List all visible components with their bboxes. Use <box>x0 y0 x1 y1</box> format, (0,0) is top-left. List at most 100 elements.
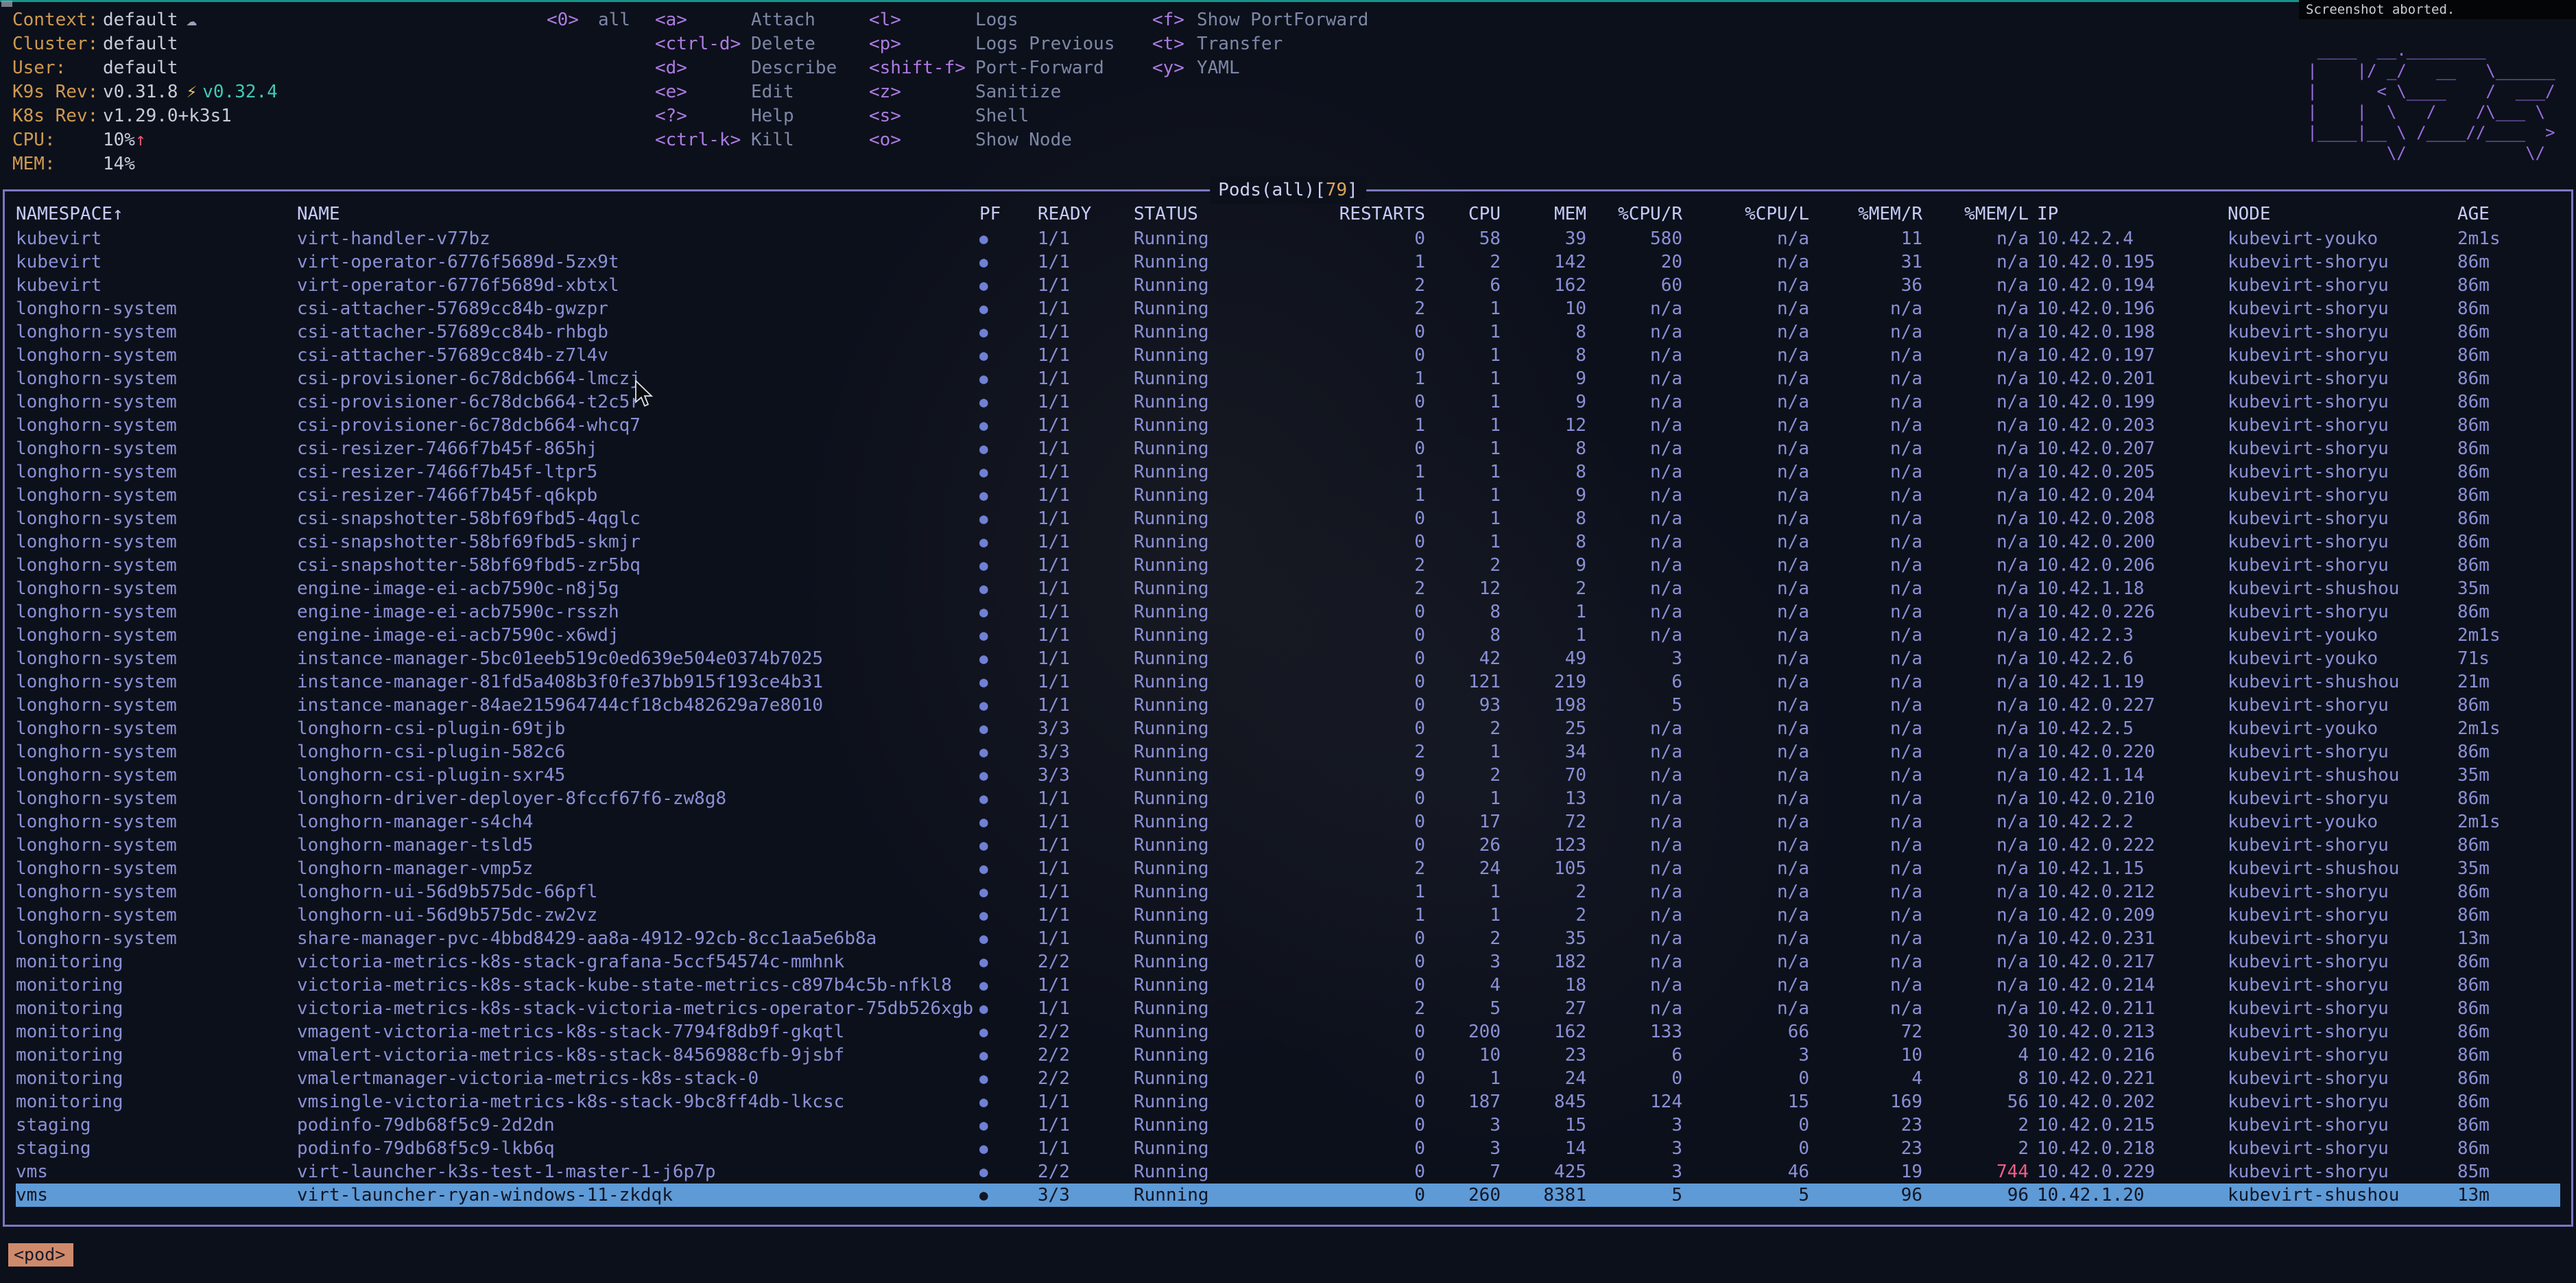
cluster-info-row: CPU:10%↑ <box>12 128 278 152</box>
pod-row[interactable]: monitoringvmalert-victoria-metrics-k8s-s… <box>16 1044 2560 1067</box>
pf-indicator-cell: ● <box>979 974 1038 997</box>
mem-pct-request-cell: n/a <box>1809 904 1922 927</box>
pod-row[interactable]: longhorn-systemcsi-snapshotter-58bf69fbd… <box>16 554 2560 577</box>
pod-row[interactable]: longhorn-systemcsi-resizer-7466f7b45f-86… <box>16 437 2560 460</box>
table-title-count: 79 <box>1326 180 1347 200</box>
pod-row[interactable]: longhorn-systeminstance-manager-84ae2159… <box>16 694 2560 717</box>
cpu-pct-limit-cell: n/a <box>1682 437 1809 460</box>
restarts-cell: 0 <box>1305 227 1425 250</box>
pod-row[interactable]: longhorn-systemlonghorn-driver-deployer-… <box>16 787 2560 810</box>
pod-row[interactable]: longhorn-systemcsi-provisioner-6c78dcb66… <box>16 390 2560 414</box>
restarts-cell: 0 <box>1305 437 1425 460</box>
cpu-cell: 42 <box>1425 647 1501 670</box>
pod-row[interactable]: monitoringvictoria-metrics-k8s-stack-kub… <box>16 974 2560 997</box>
pod-row[interactable]: longhorn-systeminstance-manager-5bc01eeb… <box>16 647 2560 670</box>
node-cell: kubevirt-shoryu <box>2228 554 2457 577</box>
pod-row[interactable]: longhorn-systemlonghorn-csi-plugin-69tjb… <box>16 717 2560 740</box>
pod-row[interactable]: longhorn-systemcsi-attacher-57689cc84b-r… <box>16 320 2560 344</box>
pod-row[interactable]: longhorn-systemlonghorn-manager-s4ch4●1/… <box>16 810 2560 834</box>
table-header-row: NAMESPACE↑NAMEPFREADYSTATUSRESTARTSCPUME… <box>16 201 2560 227</box>
pod-row[interactable]: longhorn-systemcsi-attacher-57689cc84b-z… <box>16 344 2560 367</box>
mem-cell: 8 <box>1501 530 1586 554</box>
age-cell: 86m <box>2457 320 2560 344</box>
pod-row[interactable]: longhorn-systemlonghorn-ui-56d9b575dc-66… <box>16 880 2560 904</box>
pod-row[interactable]: monitoringvmagent-victoria-metrics-k8s-s… <box>16 1020 2560 1044</box>
pod-row[interactable]: monitoringvmalertmanager-victoria-metric… <box>16 1067 2560 1090</box>
namespace-cell: longhorn-system <box>16 577 297 600</box>
restarts-cell: 0 <box>1305 1137 1425 1160</box>
age-cell: 86m <box>2457 554 2560 577</box>
pod-row[interactable]: kubevirtvirt-operator-6776f5689d-5zx9t●1… <box>16 250 2560 274</box>
status-cell: Running <box>1134 787 1305 810</box>
age-cell: 85m <box>2457 1160 2560 1184</box>
cpu-cell: 1 <box>1425 904 1501 927</box>
pod-row[interactable]: vmsvirt-launcher-ryan-windows-11-zkdqk●3… <box>16 1184 2560 1207</box>
name-cell: virt-launcher-ryan-windows-11-zkdqk <box>297 1184 979 1207</box>
name-cell: virt-operator-6776f5689d-5zx9t <box>297 250 979 274</box>
pod-row[interactable]: longhorn-systeminstance-manager-81fd5a40… <box>16 670 2560 694</box>
menu-item-describe: <d>Describe <box>655 56 837 80</box>
cluster-info-row: K9s Rev:v0.31.8⚡v0.32.4 <box>12 80 278 104</box>
mem-pct-request-cell: n/a <box>1809 414 1922 437</box>
pod-row[interactable]: longhorn-systemcsi-attacher-57689cc84b-g… <box>16 297 2560 320</box>
pod-row[interactable]: monitoringvmsingle-victoria-metrics-k8s-… <box>16 1090 2560 1114</box>
pod-row[interactable]: longhorn-systemcsi-provisioner-6c78dcb66… <box>16 367 2560 390</box>
cpu-cell: 2 <box>1425 927 1501 950</box>
pod-row[interactable]: kubevirtvirt-operator-6776f5689d-xbtxl●1… <box>16 274 2560 297</box>
pod-row[interactable]: longhorn-systemcsi-snapshotter-58bf69fbd… <box>16 507 2560 530</box>
cpu-cell: 58 <box>1425 227 1501 250</box>
cluster-info-row: Context:default☁ <box>12 8 278 32</box>
pod-row[interactable]: longhorn-systemlonghorn-ui-56d9b575dc-zw… <box>16 904 2560 927</box>
mem-pct-limit-cell: n/a <box>1922 227 2029 250</box>
menu-label: Sanitize <box>975 82 1061 102</box>
pod-row[interactable]: longhorn-systemengine-image-ei-acb7590c-… <box>16 600 2560 624</box>
cpu-pct-limit-cell: n/a <box>1682 787 1809 810</box>
mem-pct-limit-cell: n/a <box>1922 834 2029 857</box>
cpu-pct-request-cell: 3 <box>1586 1114 1682 1137</box>
menu-item-sanitize: <z>Sanitize <box>869 80 1115 104</box>
node-cell: kubevirt-shushou <box>2228 764 2457 787</box>
age-cell: 35m <box>2457 577 2560 600</box>
cpu-cell: 1 <box>1425 297 1501 320</box>
pod-row[interactable]: stagingpodinfo-79db68f5c9-2d2dn●1/1Runni… <box>16 1114 2560 1137</box>
pod-row[interactable]: longhorn-systemengine-image-ei-acb7590c-… <box>16 624 2560 647</box>
pf-indicator-cell: ● <box>979 1020 1038 1044</box>
namespace-cell: kubevirt <box>16 250 297 274</box>
mem-pct-request-cell: n/a <box>1809 437 1922 460</box>
cpu-pct-request-cell: 5 <box>1586 694 1682 717</box>
pod-row[interactable]: longhorn-systemcsi-provisioner-6c78dcb66… <box>16 414 2560 437</box>
pod-row[interactable]: longhorn-systemshare-manager-pvc-4bbd842… <box>16 927 2560 950</box>
status-cell: Running <box>1134 764 1305 787</box>
mem-cell: 15 <box>1501 1114 1586 1137</box>
pod-row[interactable]: longhorn-systemlonghorn-csi-plugin-582c6… <box>16 740 2560 764</box>
pod-row[interactable]: longhorn-systemlonghorn-manager-tsld5●1/… <box>16 834 2560 857</box>
pod-row[interactable]: longhorn-systemcsi-snapshotter-58bf69fbd… <box>16 530 2560 554</box>
cpu-cell: 121 <box>1425 670 1501 694</box>
namespace-cell: longhorn-system <box>16 880 297 904</box>
node-cell: kubevirt-shoryu <box>2228 367 2457 390</box>
pod-row[interactable]: stagingpodinfo-79db68f5c9-lkb6q●1/1Runni… <box>16 1137 2560 1160</box>
pod-row[interactable]: kubevirtvirt-handler-v77bz●1/1Running058… <box>16 227 2560 250</box>
breadcrumb-pod[interactable]: <pod> <box>8 1243 73 1267</box>
column-header-restarts: RESTARTS <box>1305 201 1425 227</box>
pod-row[interactable]: longhorn-systemengine-image-ei-acb7590c-… <box>16 577 2560 600</box>
pf-indicator-cell: ● <box>979 834 1038 857</box>
namespace-cell: longhorn-system <box>16 390 297 414</box>
pod-row[interactable]: longhorn-systemcsi-resizer-7466f7b45f-q6… <box>16 484 2560 507</box>
ip-cell: 10.42.1.15 <box>2029 857 2228 880</box>
cpu-pct-request-cell: 6 <box>1586 1044 1682 1067</box>
pod-row[interactable]: monitoringvictoria-metrics-k8s-stack-gra… <box>16 950 2560 974</box>
pod-row[interactable]: vmsvirt-launcher-k3s-test-1-master-1-j6p… <box>16 1160 2560 1184</box>
mem-cell: 142 <box>1501 250 1586 274</box>
pod-row[interactable]: longhorn-systemlonghorn-manager-vmp5z●1/… <box>16 857 2560 880</box>
pod-row[interactable]: monitoringvictoria-metrics-k8s-stack-vic… <box>16 997 2560 1020</box>
cpu-cell: 4 <box>1425 974 1501 997</box>
pod-row[interactable]: longhorn-systemcsi-resizer-7466f7b45f-lt… <box>16 460 2560 484</box>
status-cell: Running <box>1134 530 1305 554</box>
mem-pct-limit-cell: n/a <box>1922 530 2029 554</box>
pod-row[interactable]: longhorn-systemlonghorn-csi-plugin-sxr45… <box>16 764 2560 787</box>
restarts-cell: 0 <box>1305 1044 1425 1067</box>
mem-cell: 845 <box>1501 1090 1586 1114</box>
cpu-pct-request-cell: n/a <box>1586 717 1682 740</box>
pf-indicator-cell: ● <box>979 997 1038 1020</box>
